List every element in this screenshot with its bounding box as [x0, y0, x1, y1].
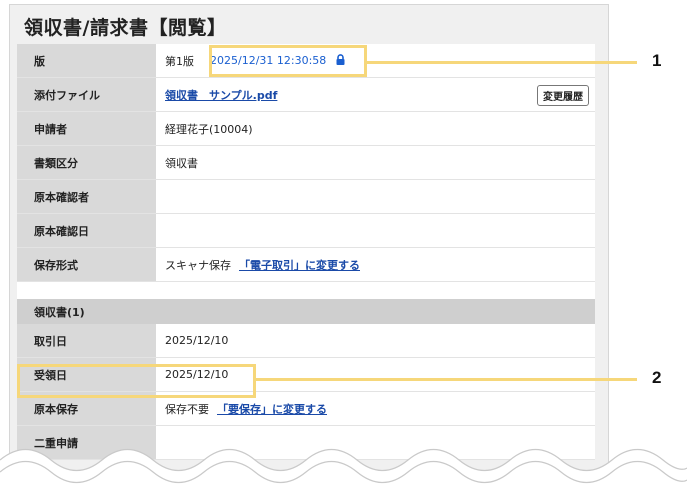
- row-value: 経理花子(10004): [156, 112, 595, 145]
- row-storage-format: 保存形式 スキャナ保存 「電子取引」に変更する: [17, 248, 595, 282]
- row-label: 申請者: [17, 112, 156, 145]
- change-to-electronic-link[interactable]: 「電子取引」に変更する: [239, 257, 360, 273]
- row-label: 保存形式: [17, 248, 156, 281]
- row-label: 原本確認者: [17, 180, 156, 213]
- attachment-file-link[interactable]: 領収書 サンプル.pdf: [165, 87, 277, 103]
- section-title: 領収書(1): [17, 299, 595, 324]
- highlight-box-1: [209, 45, 367, 77]
- row-value: [156, 214, 595, 247]
- row-attachment: 添付ファイル 領収書 サンプル.pdf 変更履歴: [17, 78, 595, 112]
- row-original-checker: 原本確認者: [17, 180, 595, 214]
- section-gap: [17, 282, 595, 299]
- row-value: [156, 180, 595, 213]
- torn-edge-wave: [0, 448, 687, 501]
- row-value: 領収書: [156, 146, 595, 179]
- callout-line-2: [256, 378, 637, 381]
- original-storage-text: 保存不要: [165, 402, 209, 416]
- row-label: 添付ファイル: [17, 78, 156, 111]
- row-label: 版: [17, 44, 156, 77]
- row-label: 書類区分: [17, 146, 156, 179]
- row-transaction-date: 取引日 2025/12/10: [17, 324, 595, 358]
- row-document-type: 書類区分 領収書: [17, 146, 595, 180]
- storage-format-text: スキャナ保存: [165, 258, 231, 272]
- change-to-required-link[interactable]: 「要保存」に変更する: [217, 401, 327, 417]
- row-label: 原本確認日: [17, 214, 156, 247]
- row-label: 取引日: [17, 324, 156, 357]
- callout-number-1: 1: [652, 51, 662, 70]
- row-original-check-date: 原本確認日: [17, 214, 595, 248]
- change-history-button[interactable]: 変更履歴: [537, 85, 589, 106]
- page-title: 領収書/請求書【閲覧】: [24, 17, 227, 39]
- row-value: 2025/12/10: [156, 324, 595, 357]
- highlight-box-2: [17, 364, 256, 398]
- version-text: 第1版: [165, 54, 194, 68]
- row-value: 領収書 サンプル.pdf 変更履歴: [156, 78, 595, 111]
- callout-line-1: [367, 61, 637, 64]
- row-value: スキャナ保存 「電子取引」に変更する: [156, 248, 595, 281]
- row-applicant: 申請者 経理花子(10004): [17, 112, 595, 146]
- callout-number-2: 2: [652, 368, 662, 387]
